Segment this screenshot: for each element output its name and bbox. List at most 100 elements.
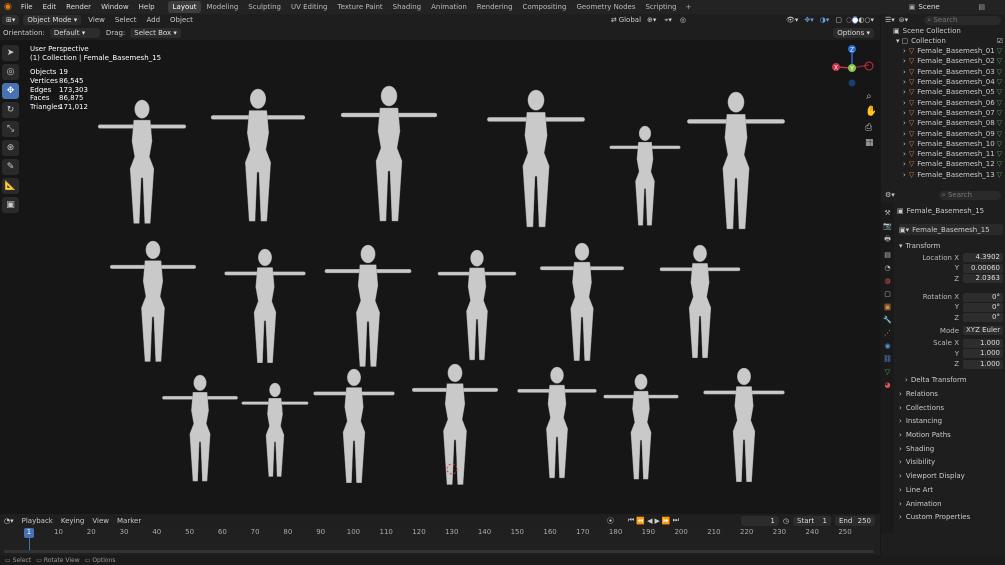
workspace-tab-scripting[interactable]: Scripting (640, 1, 681, 13)
rendered-shading-icon[interactable]: ○▾ (864, 16, 874, 24)
next-keyframe-icon[interactable]: ⏩ (662, 517, 671, 525)
viewport-menu-select[interactable]: Select (110, 16, 142, 24)
render-tab-icon[interactable]: 📷 (883, 222, 892, 230)
constraints-tab-icon[interactable]: ⛓ (883, 355, 892, 363)
transform-value-field[interactable]: 0° (963, 313, 1003, 323)
timeline-menu-view[interactable]: View (88, 517, 113, 525)
object-name-field[interactable]: Female_Basemesh_15 (907, 207, 984, 215)
start-frame-field[interactable]: Start 1 (793, 515, 831, 526)
expand-arrow-icon[interactable]: › (903, 119, 906, 127)
section-shading[interactable]: › Shading (899, 442, 1003, 456)
viewport-menu-add[interactable]: Add (141, 16, 165, 24)
outliner-item[interactable]: › ▽ Female_Basemesh_06 ▽ (881, 97, 1005, 107)
timeline-ruler[interactable]: 1 10 20 30 40 50 60 70 80 90 100 110 120 130 140 150 160… (0, 527, 880, 555)
pivot-icon[interactable]: ⊕▾ (647, 16, 656, 24)
timeline-menu-marker[interactable]: Marker (113, 517, 145, 525)
basemesh-figure[interactable] (210, 88, 306, 222)
workspace-tab-sculpting[interactable]: Sculpting (243, 1, 286, 13)
expand-arrow-icon[interactable]: › (903, 130, 906, 138)
prev-keyframe-icon[interactable]: ⏪ (636, 517, 645, 525)
transform-value-field[interactable]: 1.000 (963, 349, 1003, 359)
viewport-menu-view[interactable]: View (83, 16, 110, 24)
basemesh-figure[interactable] (313, 368, 395, 483)
basemesh-figure[interactable] (687, 91, 785, 230)
timeline-scrollbar[interactable] (4, 550, 874, 553)
xray-icon[interactable]: ▢ (835, 16, 842, 24)
outliner-item[interactable]: › ▽ Female_Basemesh_01 ▽ (881, 46, 1005, 56)
expand-arrow-icon[interactable]: › (903, 150, 906, 158)
options-dropdown[interactable]: Options ▾ (833, 28, 874, 38)
add-workspace-button[interactable]: + (682, 3, 696, 11)
clock-icon[interactable]: ◷ (783, 517, 789, 525)
workspace-tab-rendering[interactable]: Rendering (472, 1, 518, 13)
measure-tool-icon[interactable]: 📐 (2, 178, 19, 194)
expand-arrow-icon[interactable]: › (903, 47, 906, 55)
data-tab-icon[interactable]: ▽ (885, 368, 890, 376)
section-relations[interactable]: › Relations (899, 387, 1003, 401)
tool-tab-icon[interactable]: ⚒ (884, 209, 890, 217)
world-tab-icon[interactable]: ◍ (884, 277, 890, 285)
viewport-menu-object[interactable]: Object (165, 16, 198, 24)
basemesh-figure[interactable] (109, 240, 197, 362)
physics-tab-icon[interactable]: ◉ (884, 342, 890, 350)
expand-arrow-icon[interactable]: › (903, 160, 906, 168)
basemesh-figure[interactable] (241, 382, 309, 477)
workspace-tab-animation[interactable]: Animation (426, 1, 472, 13)
expand-arrow-icon[interactable]: › (903, 88, 906, 96)
basemesh-figure[interactable] (517, 366, 597, 479)
collection-tab-icon[interactable]: ▢ (884, 290, 891, 298)
basemesh-figure[interactable] (487, 89, 585, 228)
current-frame-field[interactable]: 1 (740, 515, 779, 526)
properties-search-field[interactable]: ⌕ Search (938, 190, 1001, 200)
blender-logo-icon[interactable]: ◉ (0, 2, 16, 12)
menu-window[interactable]: Window (96, 3, 134, 11)
select-tool-icon[interactable]: ➤ (2, 45, 19, 61)
transform-value-field[interactable]: 2.0363 (963, 274, 1003, 284)
section-instancing[interactable]: › Instancing (899, 415, 1003, 429)
collection-checkbox-icon[interactable]: ☑ (997, 37, 1003, 45)
outliner-item[interactable]: › ▽ Female_Basemesh_13 ▽ (881, 170, 1005, 180)
basemesh-figure[interactable] (340, 85, 438, 222)
move-tool-icon[interactable]: ✥ (2, 83, 19, 99)
add-cube-tool-icon[interactable]: ▣ (2, 197, 19, 213)
scene-selector[interactable]: Scene (918, 3, 978, 11)
filter-icon[interactable]: ⊜▾ (899, 16, 908, 24)
menu-help[interactable]: Help (134, 3, 160, 11)
transform-tool-icon[interactable]: ⊛ (2, 140, 19, 156)
pan-hand-icon[interactable]: ✋ (865, 104, 877, 117)
menu-file[interactable]: File (16, 3, 38, 11)
transform-value-field[interactable]: 1.000 (963, 338, 1003, 348)
menu-render[interactable]: Render (61, 3, 96, 11)
outliner-editor-icon[interactable]: ☰▾ (885, 16, 895, 24)
delta-transform-section[interactable]: › Delta Transform (899, 373, 1003, 387)
timeline-menu-playback[interactable]: Playback (18, 517, 57, 525)
basemesh-figure[interactable] (162, 374, 238, 482)
properties-editor-icon[interactable]: ⚙▾ (885, 191, 895, 199)
expand-arrow-icon[interactable]: › (903, 140, 906, 148)
expand-arrow-icon[interactable]: › (903, 109, 906, 117)
editor-type-button[interactable]: ⊞▾ (2, 15, 20, 25)
outliner-item[interactable]: › ▽ Female_Basemesh_03 ▽ (881, 67, 1005, 77)
datablock-icon[interactable]: ▣▾ (899, 226, 909, 234)
scale-tool-icon[interactable]: ⤡ (2, 121, 19, 137)
gizmo-toggle-icon[interactable]: ✥▾ (804, 16, 813, 24)
snap-icon[interactable]: ⌖▾ (664, 16, 671, 25)
navigation-gizmo[interactable]: Z X Y ⌕ ✋ ⎙ ▦ (830, 44, 877, 148)
expand-arrow-icon[interactable]: › (903, 57, 906, 65)
section-motion-paths[interactable]: › Motion Paths (899, 428, 1003, 442)
outliner-item[interactable]: › ▽ Female_Basemesh_04 ▽ (881, 77, 1005, 87)
outliner-item[interactable]: › ▽ Female_Basemesh_12 ▽ (881, 159, 1005, 169)
transform-value-field[interactable]: 0° (963, 302, 1003, 312)
scene-icon[interactable]: ▣ (909, 3, 916, 11)
outliner-item[interactable]: › ▽ Female_Basemesh_02 ▽ (881, 56, 1005, 66)
transform-value-field[interactable]: 1.000 (963, 359, 1003, 369)
basemesh-figure[interactable] (437, 249, 517, 361)
transform-orientation-dropdown[interactable]: Global (619, 16, 641, 24)
record-icon[interactable]: ⦿ (607, 516, 614, 526)
end-frame-field[interactable]: End 250 (835, 515, 875, 526)
rotate-tool-icon[interactable]: ↻ (2, 102, 19, 118)
transform-value-field[interactable]: 0° (963, 292, 1003, 302)
proportional-edit-icon[interactable]: ◎ (680, 16, 686, 24)
outliner-item[interactable]: › ▽ Female_Basemesh_05 ▽ (881, 87, 1005, 97)
modifier-tab-icon[interactable]: 🔧 (883, 316, 892, 324)
